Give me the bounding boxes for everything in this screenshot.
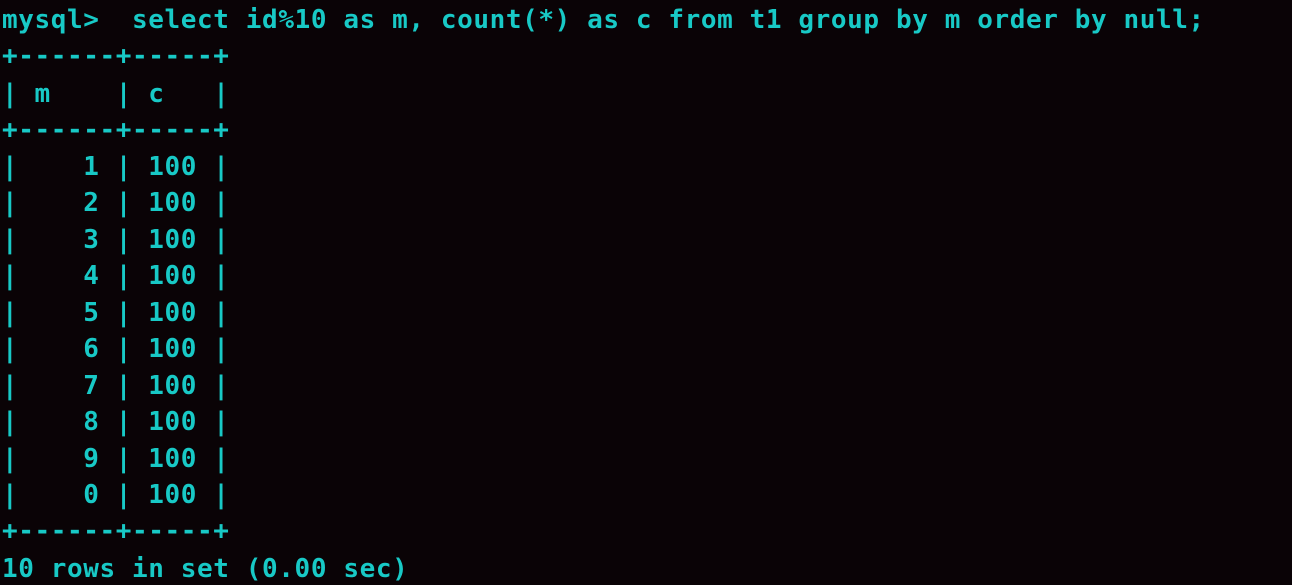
table-row: | 3 | 100 |	[2, 225, 230, 255]
table-row: | 9 | 100 |	[2, 444, 230, 474]
terminal-window[interactable]: mysql> select id%10 as m, count(*) as c …	[0, 0, 1292, 585]
table-border-bottom: +------+-----+	[2, 516, 230, 546]
sql-command: select id%10 as m, count(*) as c from t1…	[115, 5, 1205, 35]
mysql-prompt: mysql>	[2, 5, 116, 35]
table-border-top: +------+-----+	[2, 41, 230, 71]
table-row: | 0 | 100 |	[2, 480, 230, 510]
result-status: 10 rows in set (0.00 sec)	[2, 554, 409, 584]
table-border-header: +------+-----+	[2, 115, 230, 145]
table-row: | 4 | 100 |	[2, 261, 230, 291]
table-row: | 2 | 100 |	[2, 188, 230, 218]
table-row: | 1 | 100 |	[2, 152, 230, 182]
command-line: mysql> select id%10 as m, count(*) as c …	[2, 2, 1205, 38]
table-row: | 5 | 100 |	[2, 298, 230, 328]
table-row: | 7 | 100 |	[2, 371, 230, 401]
table-row: | 6 | 100 |	[2, 334, 230, 364]
table-header-row: | m | c |	[2, 79, 230, 109]
table-row: | 8 | 100 |	[2, 407, 230, 437]
